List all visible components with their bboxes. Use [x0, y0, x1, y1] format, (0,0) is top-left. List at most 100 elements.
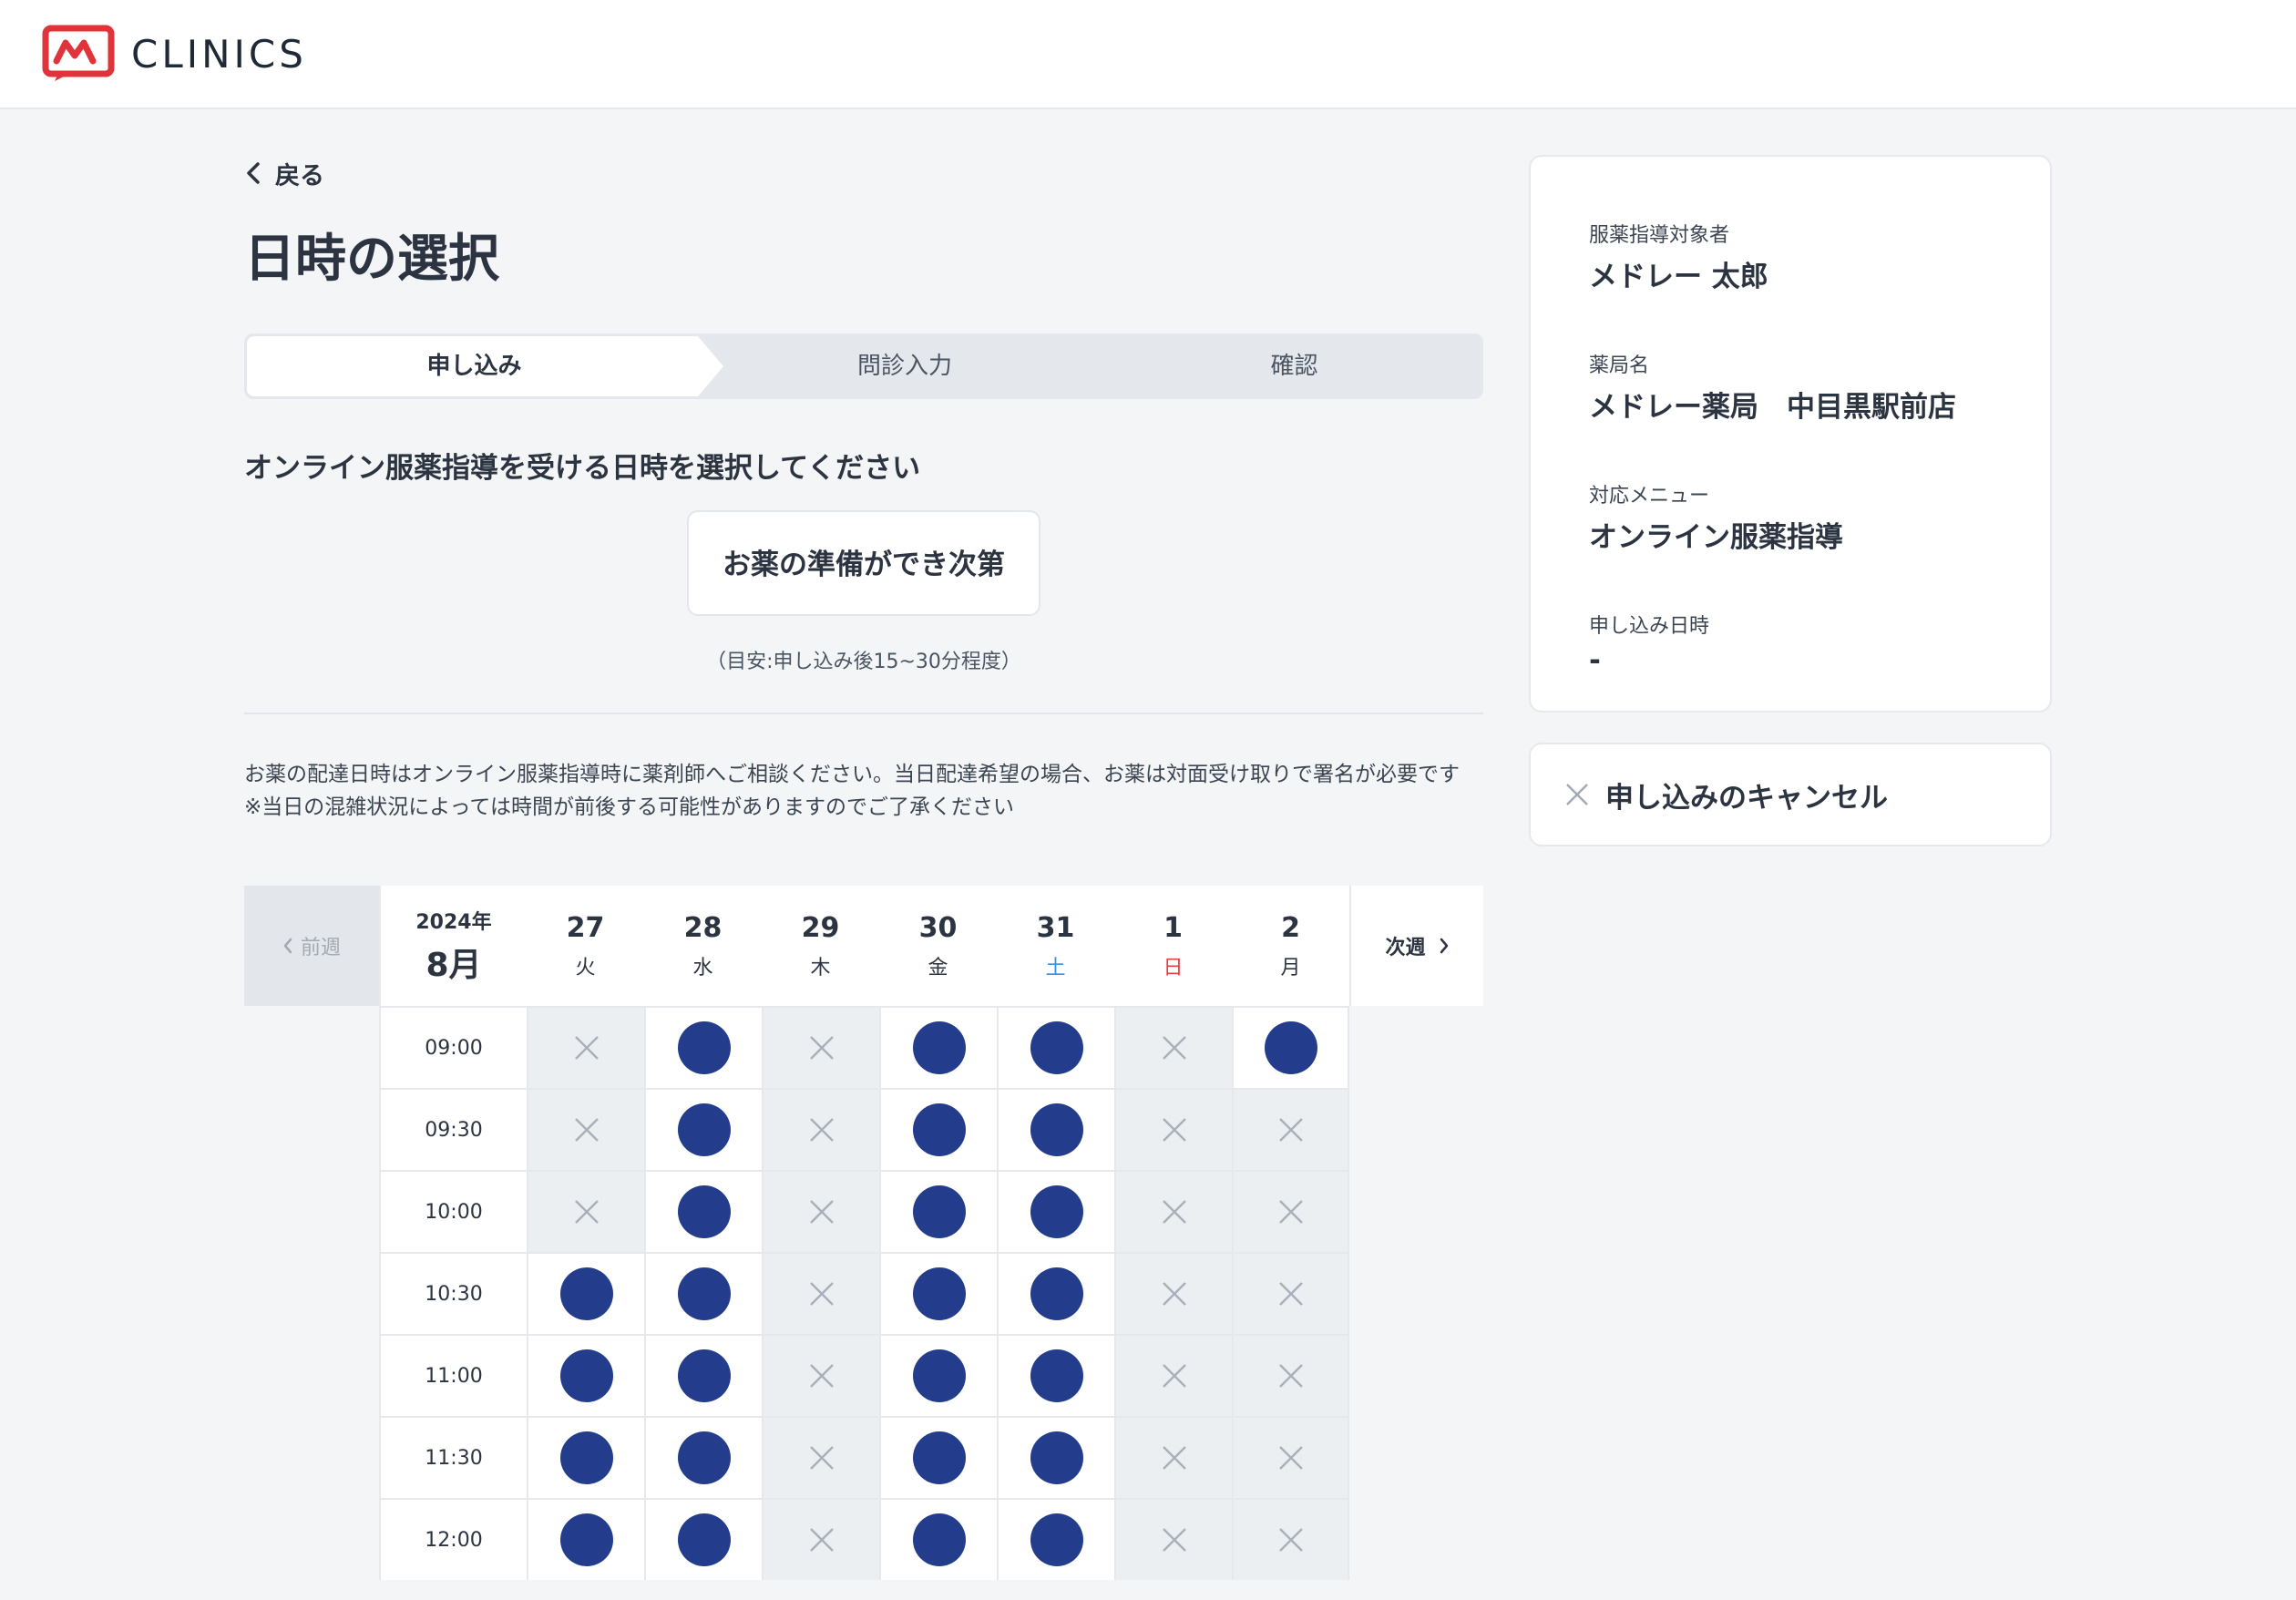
- day-weekday: 月: [1280, 956, 1301, 979]
- unavailable-x-icon: [1162, 1200, 1186, 1224]
- page-title: 日時の選択: [244, 230, 499, 289]
- row-spacer: [244, 1088, 379, 1170]
- available-circle-icon: [912, 1185, 966, 1238]
- slot-available[interactable]: [879, 1334, 997, 1416]
- available-circle-icon: [1030, 1431, 1083, 1484]
- slot-unavailable: [1114, 1416, 1232, 1498]
- cancel-application-button[interactable]: 申し込みのキャンセル: [1529, 743, 2052, 846]
- time-label: 11:30: [379, 1416, 527, 1498]
- slot-available[interactable]: [527, 1252, 644, 1334]
- unavailable-x-icon: [1278, 1446, 1303, 1470]
- slot-unavailable: [1114, 1252, 1232, 1334]
- day-header: 1日: [1114, 886, 1232, 1006]
- main-content: 戻る 日時の選択 申し込み 問診入力 確認 オンライン服薬指導を受ける日時を選択…: [244, 146, 1483, 824]
- day-date: 29: [801, 911, 840, 944]
- calendar-month: 8月: [425, 947, 482, 984]
- next-week-button[interactable]: 次週: [1349, 886, 1483, 1006]
- slot-available[interactable]: [879, 1088, 997, 1170]
- slot-available[interactable]: [879, 1416, 997, 1498]
- slot-unavailable: [762, 1498, 879, 1580]
- day-weekday: 水: [692, 956, 713, 979]
- slot-unavailable: [1232, 1416, 1349, 1498]
- unavailable-x-icon: [809, 1200, 834, 1224]
- unavailable-x-icon: [1162, 1118, 1186, 1142]
- slot-unavailable: [762, 1252, 879, 1334]
- available-circle-icon: [677, 1267, 731, 1320]
- slot-available[interactable]: [997, 1170, 1114, 1252]
- slot-unavailable: [1232, 1088, 1349, 1170]
- slot-available[interactable]: [644, 1252, 762, 1334]
- next-week-label: 次週: [1385, 937, 1426, 959]
- row-spacer: [244, 1252, 379, 1334]
- slot-available[interactable]: [997, 1334, 1114, 1416]
- slot-available[interactable]: [879, 1006, 997, 1088]
- chevron-left-icon: [247, 162, 260, 184]
- row-spacer: [244, 1006, 379, 1088]
- back-link[interactable]: 戻る: [244, 146, 1483, 200]
- menu-value: オンライン服薬指導: [1589, 521, 1843, 554]
- unavailable-x-icon: [1278, 1364, 1303, 1388]
- unavailable-x-icon: [1162, 1036, 1186, 1060]
- slot-available[interactable]: [997, 1416, 1114, 1498]
- day-weekday: 日: [1163, 956, 1184, 979]
- slot-available[interactable]: [644, 1334, 762, 1416]
- slot-available[interactable]: [879, 1252, 997, 1334]
- clinics-logo[interactable]: CLINICS: [42, 25, 307, 83]
- prev-week-button[interactable]: 前週: [244, 886, 379, 1006]
- available-circle-icon: [1030, 1021, 1083, 1074]
- time-label: 11:00: [379, 1334, 527, 1416]
- pharmacy-label: 薬局名: [1589, 354, 1650, 377]
- slot-unavailable: [1114, 1088, 1232, 1170]
- available-circle-icon: [912, 1021, 966, 1074]
- day-date: 28: [683, 911, 723, 944]
- unavailable-x-icon: [809, 1282, 834, 1306]
- available-circle-icon: [559, 1349, 613, 1402]
- slot-available[interactable]: [527, 1416, 644, 1498]
- day-header: 30 金: [879, 886, 997, 1006]
- slot-available[interactable]: [527, 1498, 644, 1580]
- slot-unavailable: [527, 1088, 644, 1170]
- slot-available[interactable]: [644, 1088, 762, 1170]
- divider: [244, 713, 1483, 714]
- slot-available[interactable]: [527, 1334, 644, 1416]
- slot-available[interactable]: [644, 1498, 762, 1580]
- step-application: 申し込み: [426, 353, 522, 380]
- slot-unavailable: [1114, 1170, 1232, 1252]
- slot-available[interactable]: [879, 1498, 997, 1580]
- cancel-label: 申し込みのキャンセル: [1605, 781, 1888, 815]
- slot-available[interactable]: [997, 1498, 1114, 1580]
- patient-label: 服薬指導対象者: [1589, 224, 1730, 247]
- slot-unavailable: [1232, 1498, 1349, 1580]
- slot-available[interactable]: [879, 1170, 997, 1252]
- unavailable-x-icon: [809, 1446, 834, 1470]
- asap-button[interactable]: お薬の準備ができ次第: [687, 510, 1040, 616]
- pharmacy-info: 薬局名 メドレー薬局 中目黒駅前店: [1589, 349, 2050, 425]
- unavailable-x-icon: [574, 1036, 599, 1060]
- slot-available[interactable]: [997, 1006, 1114, 1088]
- day-weekday: 金: [928, 956, 948, 979]
- unavailable-x-icon: [1162, 1446, 1186, 1470]
- available-circle-icon: [677, 1431, 731, 1484]
- slot-available[interactable]: [644, 1006, 762, 1088]
- calendar-grid: 前週 2024年 8月 27 火 28 水 29 木 30 金 31 土 1 日 2 月 次週 09:00…: [244, 886, 1483, 1580]
- slot-available[interactable]: [644, 1416, 762, 1498]
- calendar-body: 09:00 09:30 10:00 10:30 11:00 11:30 12:00: [244, 1006, 1483, 1580]
- slot-unavailable: [527, 1170, 644, 1252]
- calendar-year: 2024年: [415, 911, 492, 934]
- chevron-left-icon: [283, 938, 292, 954]
- available-circle-icon: [677, 1513, 731, 1566]
- close-icon: [1566, 784, 1588, 805]
- time-label: 10:30: [379, 1252, 527, 1334]
- day-weekday: 火: [575, 956, 596, 979]
- slot-unavailable: [527, 1006, 644, 1088]
- day-date: 2: [1281, 911, 1300, 944]
- slot-available[interactable]: [997, 1088, 1114, 1170]
- slot-unavailable: [1232, 1170, 1349, 1252]
- back-label: 戻る: [275, 161, 324, 190]
- unavailable-x-icon: [1162, 1528, 1186, 1552]
- slot-unavailable: [1232, 1252, 1349, 1334]
- slot-available[interactable]: [644, 1170, 762, 1252]
- slot-available[interactable]: [997, 1252, 1114, 1334]
- available-circle-icon: [1030, 1185, 1083, 1238]
- slot-available[interactable]: [1232, 1006, 1349, 1088]
